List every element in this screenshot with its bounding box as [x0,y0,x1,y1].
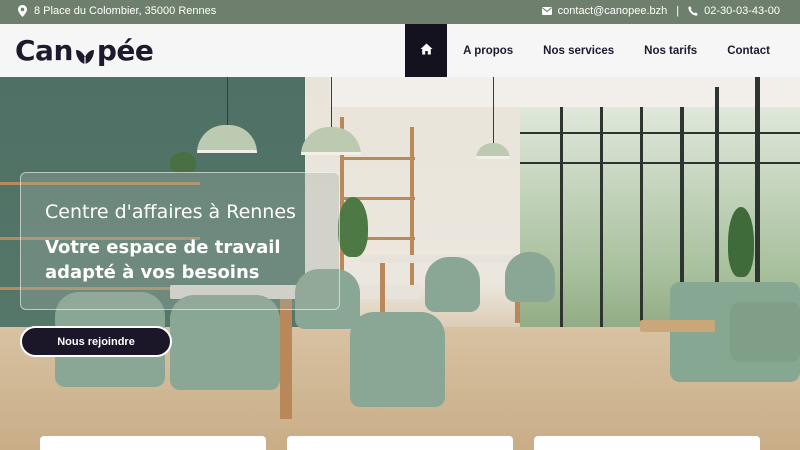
feature-card-3[interactable] [534,436,760,450]
logo-text-start: Can [15,33,73,67]
top-info-bar: 8 Place du Colombier, 35000 Rennes conta… [0,0,800,24]
nav-item-contact[interactable]: Contact [712,24,785,77]
envelope-icon [541,7,552,15]
map-pin-icon [18,5,27,17]
nav-home[interactable] [405,24,448,77]
phone-link[interactable]: 02-30-03-43-00 [704,5,780,17]
home-icon [420,43,433,58]
nav-item-nos-services[interactable]: Nos services [528,24,629,77]
hero-title: Votre espace de travail adapté à vos bes… [45,237,281,283]
hero-text-box: Centre d'affaires à Rennes Votre espace … [20,172,340,310]
join-button[interactable]: Nous rejoindre [20,326,172,357]
feature-card-2[interactable] [287,436,513,450]
feature-card-1[interactable] [40,436,266,450]
separator: | [676,5,680,17]
hero: Centre d'affaires à Rennes Votre espace … [0,77,800,450]
header: Can pée A propos Nos services Nos tarifs… [0,24,800,77]
nav-item-nos-tarifs[interactable]: Nos tarifs [629,24,712,77]
hero-subtitle: Centre d'affaires à Rennes [45,201,296,223]
logo[interactable]: Can pée [15,33,154,67]
contact-block: contact@canopee.bzh | 02-30-03-43-00 [541,5,780,17]
leaf-logo-icon [74,41,96,64]
email-link[interactable]: contact@canopee.bzh [558,5,668,17]
main-nav: A propos Nos services Nos tarifs Contact [405,24,785,77]
phone-icon [688,6,698,16]
address-block: 8 Place du Colombier, 35000 Rennes [18,5,216,17]
nav-item-a-propos[interactable]: A propos [448,24,528,77]
logo-text-end: pée [96,33,154,67]
address-text: 8 Place du Colombier, 35000 Rennes [34,5,217,17]
